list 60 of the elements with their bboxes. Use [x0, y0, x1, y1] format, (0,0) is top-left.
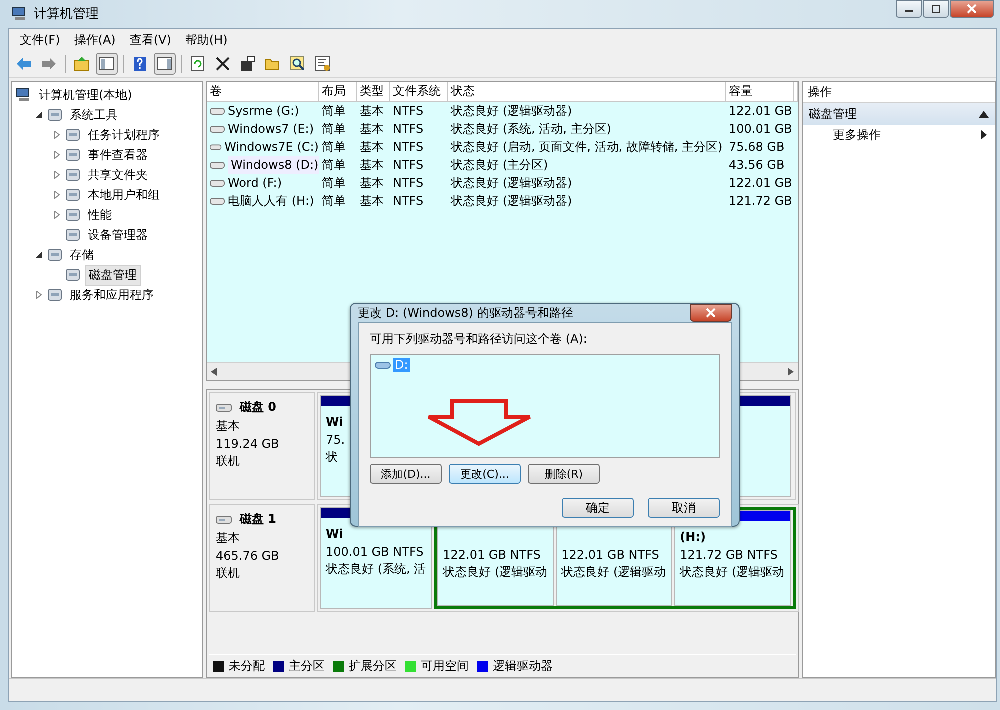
section-title: 磁盘管理 — [809, 106, 857, 122]
legend-label: 主分区 — [289, 658, 325, 674]
legend-label: 扩展分区 — [349, 658, 397, 674]
legend-label: 可用空间 — [421, 658, 469, 674]
table-cell-text: NTFS — [392, 139, 425, 156]
table-cell-text: 状态良好 (系统, 活动, 主分区) — [450, 120, 612, 138]
table-cell-text: NTFS — [392, 157, 425, 174]
partition-size: 75. — [326, 433, 346, 447]
disk-size: 119.24 GB — [216, 437, 280, 451]
window-title: 计算机管理 — [34, 6, 99, 23]
disk-type: 基本 — [216, 418, 241, 435]
table-cell-text: 基本 — [359, 120, 385, 138]
table-cell-text: 状态良好 (主分区) — [450, 156, 550, 174]
table-cell-text: 122.01 GB — [728, 175, 794, 192]
table-cell-text: 122.01 GB — [728, 103, 794, 120]
table-cell-text: 基本 — [359, 156, 385, 174]
partition-status: 状态良好 (系统, 活 — [326, 561, 426, 578]
table-cell-text: 状态良好 (逻辑驱动器) — [450, 102, 574, 120]
partition-name: Wi — [326, 415, 344, 429]
table-cell-text: NTFS — [392, 175, 425, 192]
table-cell-text: NTFS — [392, 103, 425, 120]
table-cell-text: 状态良好 (启动, 页面文件, 活动, 故障转储, 主分区) — [450, 138, 724, 156]
dialog-prompt: 可用下列驱动器号和路径访问这个卷 (A): — [370, 331, 588, 348]
partition-size: 100.01 GB NTFS — [326, 545, 425, 559]
table-cell-text: 简单 — [321, 138, 347, 156]
partition-status: 状态良好 (逻辑驱动 — [562, 564, 666, 581]
table-cell-text: 基本 — [359, 102, 385, 120]
table-cell-text: 基本 — [359, 174, 385, 192]
partition-size: 122.01 GB NTFS — [562, 548, 660, 562]
partition-name: Wi — [326, 527, 344, 541]
table-cell-text: 状态良好 (逻辑驱动器) — [450, 174, 574, 192]
table-cell-text: NTFS — [392, 121, 425, 138]
table-cell-text: 简单 — [321, 102, 347, 120]
partition-status: 状态良好 (逻辑驱动 — [443, 564, 548, 581]
table-cell-text: 100.01 GB — [728, 121, 794, 138]
table-cell-text: 状态良好 (逻辑驱动器) — [450, 192, 574, 210]
dialog-title: 更改 D: (Windows8) 的驱动器号和路径 — [358, 304, 574, 322]
table-cell-text: 简单 — [321, 174, 347, 192]
partition-size: 122.01 GB NTFS — [443, 548, 542, 562]
legend-label: 未分配 — [229, 658, 265, 674]
disk-status: 联机 — [216, 565, 241, 582]
disk-status: 联机 — [216, 453, 241, 470]
legend-label: 逻辑驱动器 — [493, 658, 553, 674]
table-cell-text: 简单 — [321, 192, 347, 210]
table-cell-text: 121.72 GB — [728, 193, 794, 210]
partition-name: (H:) — [680, 530, 706, 544]
table-cell-text: 简单 — [321, 156, 347, 174]
partition-size: 121.72 GB NTFS — [680, 548, 779, 562]
table-cell-text: 43.56 GB — [728, 157, 786, 174]
disk-name: 磁盘 1 — [240, 511, 277, 528]
partition-status: 状态良好 (逻辑驱动 — [680, 564, 785, 581]
partition-status: 状 — [326, 449, 339, 466]
table-cell-text: 基本 — [359, 138, 385, 156]
table-cell-text: 基本 — [359, 192, 385, 210]
table-cell-text: 简单 — [321, 120, 347, 138]
disk-name: 磁盘 0 — [240, 399, 277, 416]
table-cell-text: 75.68 GB — [728, 139, 786, 156]
disk-type: 基本 — [216, 530, 241, 547]
table-cell-text: NTFS — [392, 193, 425, 210]
disk-size: 465.76 GB — [216, 549, 280, 563]
